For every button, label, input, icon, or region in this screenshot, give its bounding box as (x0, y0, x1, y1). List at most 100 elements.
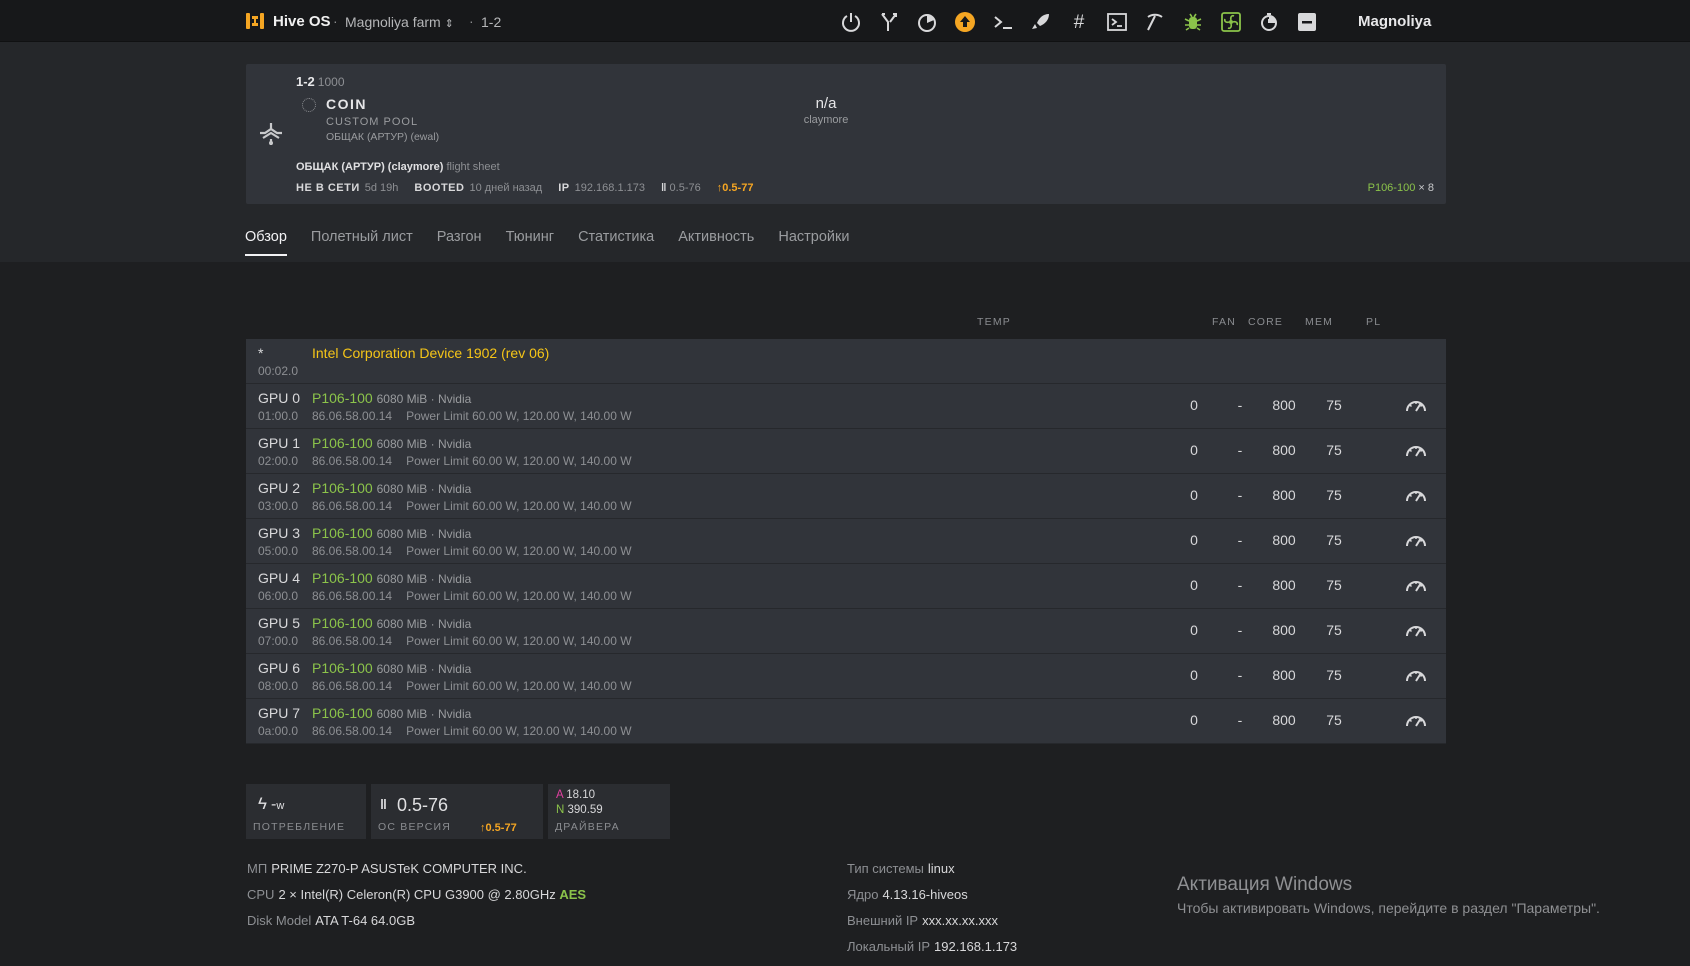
gpu-power-limit: Power Limit 60.00 W, 120.00 W, 140.00 W (406, 544, 632, 558)
rocket-icon[interactable] (1028, 9, 1054, 35)
gpu-bios: 86.06.58.00.14 (312, 634, 393, 648)
column-header-temp: TEMP (977, 316, 1011, 328)
gauge-icon[interactable] (1404, 576, 1428, 594)
chart-pie-icon[interactable] (914, 9, 940, 35)
minus-icon[interactable] (1294, 9, 1320, 35)
gpu-row[interactable]: GPU 4 06:00.0 P106-100 6080 MiB · Nvidia… (246, 564, 1446, 609)
gpu-details: 86.06.58.00.14 Power Limit 60.00 W, 120.0… (312, 679, 632, 693)
hash-icon[interactable]: # (1066, 9, 1092, 35)
command-icon[interactable] (990, 9, 1016, 35)
gpu-core: - (1237, 712, 1243, 728)
power-consumption-box: ϟ -w ПОТРЕБЛЕНИЕ (246, 784, 366, 839)
gpu-summary: P106-100 × 8 (1368, 182, 1434, 194)
lightning-icon: ϟ (258, 794, 267, 813)
gpu-model: P106-100 (312, 435, 373, 451)
rig-action-toolbar: # (838, 9, 1320, 35)
tab-settings[interactable]: Настройки (778, 229, 849, 256)
power-icon[interactable] (838, 9, 864, 35)
disk-label: Disk Model (247, 913, 312, 928)
cross-arrows-icon[interactable] (876, 9, 902, 35)
bug-icon[interactable] (1180, 9, 1206, 35)
gpu-core: - (1237, 532, 1243, 548)
gpu-power-limit: Power Limit 60.00 W, 120.00 W, 140.00 W (406, 724, 632, 738)
tab-statistics[interactable]: Статистика (578, 229, 654, 256)
tab-overclocking[interactable]: Разгон (437, 229, 482, 256)
gauge-icon[interactable] (1404, 486, 1428, 504)
gpu-row[interactable]: GPU 6 08:00.0 P106-100 6080 MiB · Nvidia… (246, 654, 1446, 699)
user-menu[interactable]: Magnoliya (1358, 13, 1431, 30)
booted-value: 10 дней назад (469, 182, 543, 194)
rig-logo-icon (260, 123, 282, 145)
gpu-memory: 6080 MiB · Nvidia (376, 437, 472, 451)
gpu-row[interactable]: GPU 7 0a:00.0 P106-100 6080 MiB · Nvidia… (246, 699, 1446, 744)
gauge-icon[interactable] (1404, 621, 1428, 639)
gpu-row[interactable]: GPU 3 05:00.0 P106-100 6080 MiB · Nvidia… (246, 519, 1446, 564)
gpu-fan: 0 (1190, 577, 1198, 593)
power-label: ПОТРЕБЛЕНИЕ (253, 821, 346, 833)
chevron-updown-icon: ⇕ (444, 18, 454, 30)
version-update[interactable]: ↑0.5-77 (717, 182, 754, 194)
gpu-details: 86.06.58.00.14 Power Limit 60.00 W, 120.0… (312, 409, 632, 423)
fan-icon[interactable] (1218, 9, 1244, 35)
tab-activity[interactable]: Активность (678, 229, 754, 256)
gpu-model: P106-100 (312, 570, 373, 586)
brand[interactable]: Hive OS (244, 10, 331, 32)
gauge-icon[interactable] (1404, 396, 1428, 414)
gpu-bios: 86.06.58.00.14 (312, 589, 393, 603)
flight-sheet-link[interactable]: ОБЩАК (АРТУР) (claymore) flight sheet (296, 161, 500, 173)
gpu-mem-clock: 800 (1272, 712, 1296, 728)
gpu-bus: 08:00.0 (258, 679, 299, 693)
version-value: 0.5-76 (669, 182, 701, 194)
gpu-row[interactable]: GPU 2 03:00.0 P106-100 6080 MiB · Nvidia… (246, 474, 1446, 519)
gpu-pl: 75 (1326, 397, 1342, 413)
breadcrumb-rig[interactable]: 1-2 (481, 14, 501, 30)
gpu-details: 86.06.58.00.14 Power Limit 60.00 W, 120.0… (312, 454, 632, 468)
gpu-memory: 6080 MiB · Nvidia (376, 707, 472, 721)
igpu-row: * 00:02.0 Intel Corporation Device 1902 … (246, 339, 1446, 384)
gpu-memory: 6080 MiB · Nvidia (376, 527, 472, 541)
gpu-details: 86.06.58.00.14 Power Limit 60.00 W, 120.0… (312, 589, 632, 603)
gpu-summary-count: × 8 (1418, 182, 1434, 194)
external-ip-value: xxx.xx.xx.xxx (922, 913, 998, 928)
gpu-row[interactable]: GPU 1 02:00.0 P106-100 6080 MiB · Nvidia… (246, 429, 1446, 474)
loading-spinner-icon (302, 98, 316, 112)
gpu-power-limit: Power Limit 60.00 W, 120.00 W, 140.00 W (406, 589, 632, 603)
gpu-core: - (1237, 442, 1243, 458)
gauge-icon[interactable] (1404, 666, 1428, 684)
gauge-icon[interactable] (1404, 711, 1428, 729)
stopwatch-icon[interactable] (1256, 9, 1282, 35)
os-update-link[interactable]: ↑0.5-77 (480, 822, 517, 834)
gpu-mem-clock: 800 (1272, 442, 1296, 458)
windows-activation-subtitle: Чтобы активировать Windows, перейдите в … (1177, 900, 1600, 916)
external-ip-label: Внешний IP (847, 913, 919, 928)
gpu-power-limit: Power Limit 60.00 W, 120.00 W, 140.00 W (406, 634, 632, 648)
gpu-model: P106-100 (312, 390, 373, 406)
gpu-row[interactable]: GPU 0 01:00.0 P106-100 6080 MiB · Nvidia… (246, 384, 1446, 429)
gpu-row[interactable]: GPU 5 07:00.0 P106-100 6080 MiB · Nvidia… (246, 609, 1446, 654)
gpu-model: P106-100 (312, 705, 373, 721)
tab-tuning[interactable]: Тюнинг (506, 229, 555, 256)
gpu-fan: 0 (1190, 532, 1198, 548)
gpu-mem-clock: 800 (1272, 397, 1296, 413)
ip-value: 192.168.1.173 (574, 182, 645, 194)
gpu-bios: 86.06.58.00.14 (312, 454, 393, 468)
tab-flight-sheet[interactable]: Полетный лист (311, 229, 413, 256)
gpu-mem-clock: 800 (1272, 622, 1296, 638)
gpu-mem-clock: 800 (1272, 532, 1296, 548)
version-status: ǁ 0.5-76 (661, 182, 701, 194)
gauge-icon[interactable] (1404, 531, 1428, 549)
gauge-icon[interactable] (1404, 441, 1428, 459)
farm-selector[interactable]: Magnoliya farm ⇕ (345, 14, 454, 30)
tab-overview[interactable]: Обзор (245, 229, 287, 256)
gpu-memory: 6080 MiB · Nvidia (376, 392, 472, 406)
terminal-icon[interactable] (1104, 9, 1130, 35)
gpu-bios: 86.06.58.00.14 (312, 409, 393, 423)
upgrade-icon[interactable] (952, 9, 978, 35)
pickaxe-icon[interactable] (1142, 9, 1168, 35)
rig-name: 1-2 (296, 74, 315, 89)
gpu-fan: 0 (1190, 712, 1198, 728)
gpu-details: 86.06.58.00.14 Power Limit 60.00 W, 120.0… (312, 634, 632, 648)
os-update-value: 0.5-77 (485, 822, 517, 834)
cpu-label: CPU (247, 887, 275, 902)
gpu-fan: 0 (1190, 667, 1198, 683)
